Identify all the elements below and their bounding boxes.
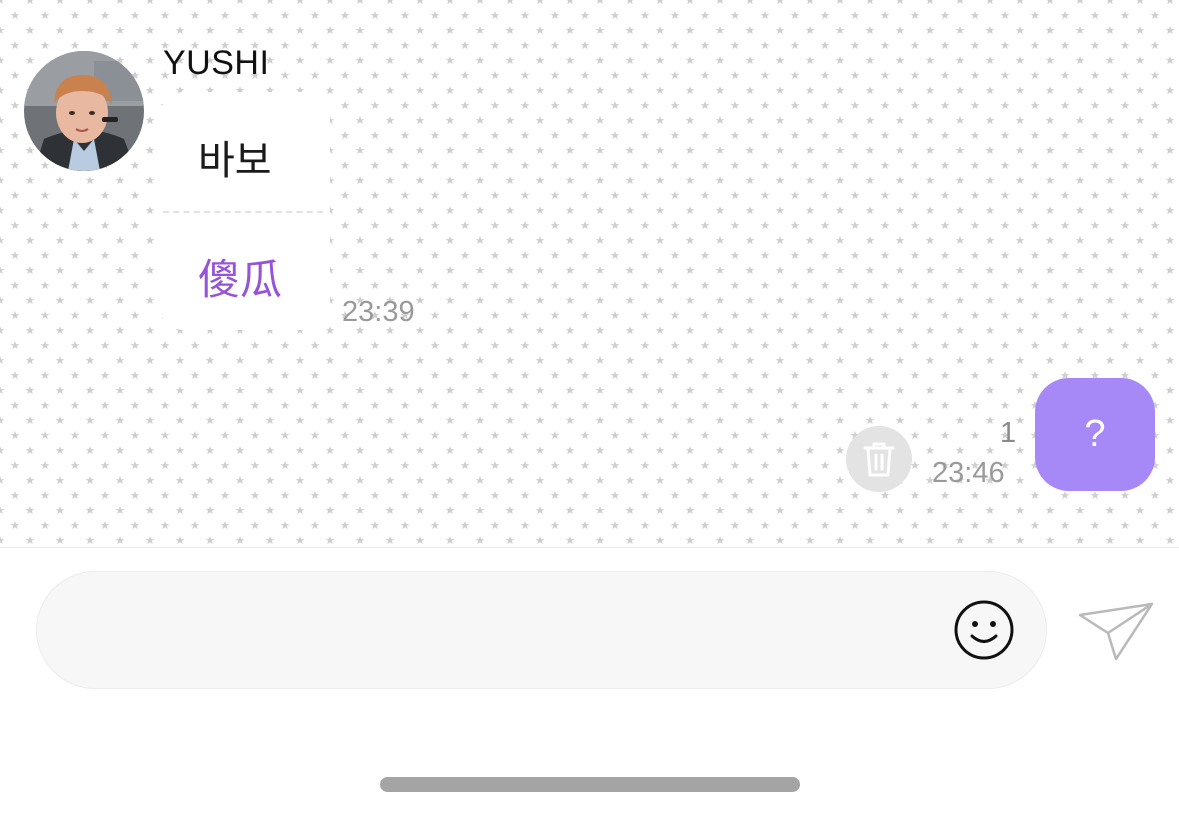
outgoing-timestamp: 23:46 — [932, 457, 1005, 489]
translation-divider — [163, 211, 323, 213]
outgoing-message-bubble[interactable]: ? — [1035, 378, 1155, 491]
sender-name: YUSHI — [163, 44, 270, 82]
trash-icon — [863, 442, 895, 477]
outgoing-message-text: ? — [1084, 413, 1106, 455]
paper-plane-icon — [1078, 602, 1154, 661]
incoming-message-text: 바보 — [198, 139, 272, 183]
emoji-button[interactable] — [953, 599, 1015, 661]
incoming-timestamp: 23:39 — [342, 296, 415, 328]
chat-screen: YUSHI 바보 傻瓜 23:39 1 23:46 ? — [0, 0, 1179, 816]
home-indicator[interactable] — [380, 777, 800, 792]
unread-count: 1 — [1000, 417, 1017, 449]
smiley-face-icon — [954, 600, 1014, 660]
send-button[interactable] — [1078, 601, 1154, 661]
composer-divider — [0, 547, 1179, 548]
profile-photo — [24, 51, 144, 171]
translated-message-text: 傻瓜 — [198, 256, 283, 303]
delete-message-button[interactable] — [846, 426, 912, 492]
avatar[interactable] — [24, 51, 144, 171]
message-input[interactable] — [73, 572, 953, 688]
message-input-bar[interactable] — [36, 571, 1047, 689]
